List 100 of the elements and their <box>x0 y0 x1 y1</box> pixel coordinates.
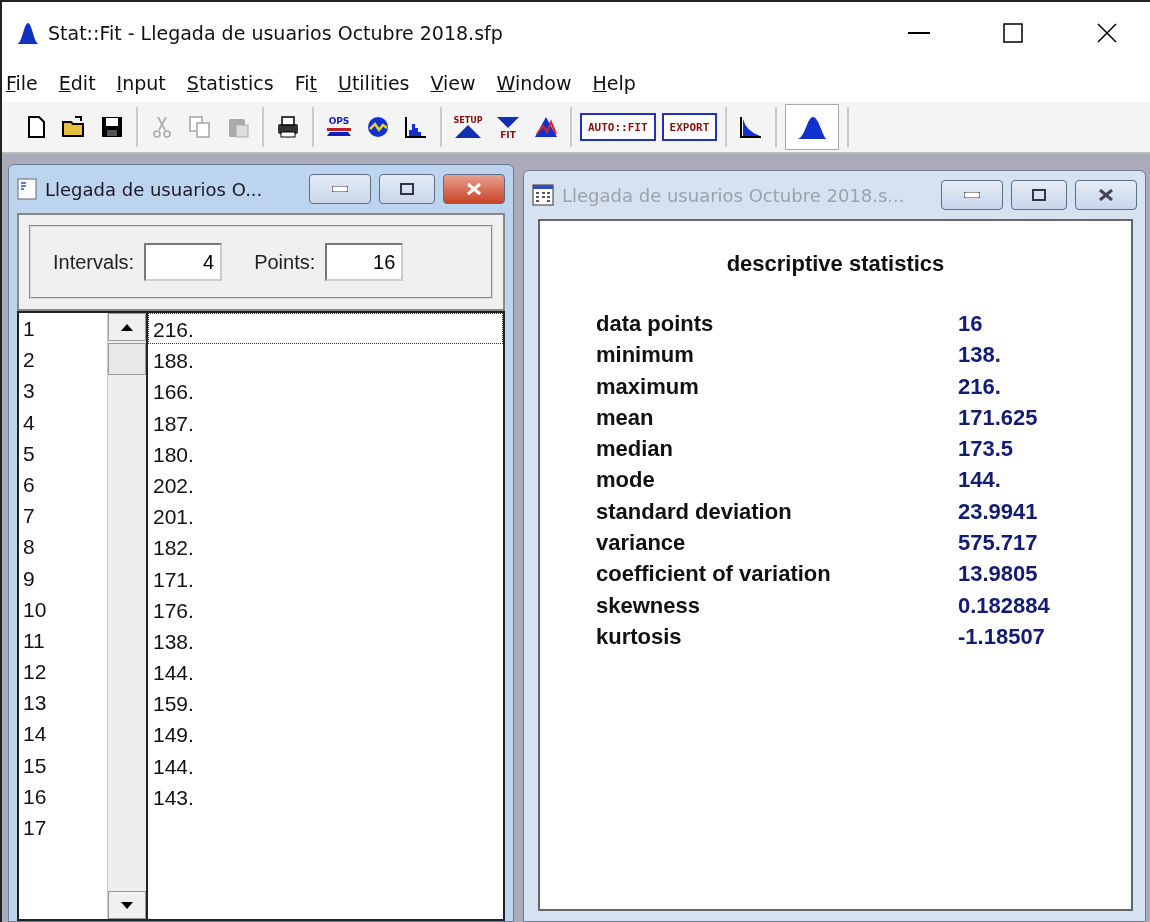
maximize-button[interactable] <box>379 174 435 204</box>
table-cell[interactable]: 143. <box>148 780 503 812</box>
statistic-label: kurtosis <box>596 623 683 651</box>
minimize-icon <box>332 186 348 192</box>
close-icon <box>1097 23 1117 43</box>
row-number: 1 <box>22 316 36 342</box>
scroll-down-button[interactable] <box>108 891 146 919</box>
statistic-label: mode <box>596 467 656 495</box>
row-number: 10 <box>22 596 48 623</box>
table-cell[interactable]: 216. <box>148 313 503 345</box>
row-number: 6 <box>22 471 36 498</box>
row-number: 9 <box>22 565 36 592</box>
toolbar-button[interactable]: AUTO::FIT <box>580 113 656 141</box>
menu-item[interactable]: Help <box>578 72 643 94</box>
scroll-up-button[interactable] <box>108 313 146 341</box>
row-number: 2 <box>22 347 36 374</box>
statistic-label: median <box>596 436 675 464</box>
table-cell[interactable]: 188. <box>148 344 503 376</box>
table-cell[interactable]: 176. <box>148 593 503 625</box>
window-title: Llegada de usuarios O... <box>45 178 264 200</box>
statistic-value: -1.18507 <box>958 623 1045 651</box>
row-number: 16 <box>22 783 48 810</box>
statistic-value: 16 <box>958 311 983 338</box>
statistic-value: 138. <box>958 342 1001 370</box>
row-number: 14 <box>22 721 48 748</box>
row-number: 17 <box>22 815 48 841</box>
table-cell[interactable]: 138. <box>148 624 503 657</box>
menu-item[interactable]: Edit <box>44 72 103 94</box>
minimize-icon <box>908 32 930 34</box>
up-arrow-icon <box>121 323 133 331</box>
menu-item[interactable]: Utilities <box>323 72 417 94</box>
statistic-label: mean <box>596 404 655 432</box>
histogram-icon <box>403 114 429 140</box>
statistic-value: 171.625 <box>958 404 1038 432</box>
row-number: 7 <box>22 503 36 530</box>
table-cell[interactable]: 180. <box>148 437 503 469</box>
window-title: Stat::Fit - Llegada de usuarios Octubre 2018.sfp <box>48 22 504 44</box>
table-icon <box>532 184 554 206</box>
statistic-value: 23.9941 <box>958 498 1038 526</box>
row-number: 4 <box>22 409 36 436</box>
table-cell[interactable]: 182. <box>148 531 503 563</box>
table-cell[interactable]: 201. <box>148 500 503 532</box>
statistic-value: 173.5 <box>958 436 1014 464</box>
row-number: 15 <box>22 752 48 779</box>
section-heading: descriptive statistics <box>725 251 946 277</box>
maximize-icon <box>1003 23 1023 43</box>
statistic-value: 575.717 <box>958 530 1038 558</box>
row-number: 12 <box>22 659 48 686</box>
table-cell[interactable]: 159. <box>148 687 503 719</box>
table-cell[interactable]: 166. <box>148 375 503 407</box>
statistic-value: 13.9805 <box>958 561 1038 589</box>
printer-icon <box>275 114 301 140</box>
row-number: 11 <box>22 627 46 654</box>
row-number: 8 <box>22 534 36 561</box>
statistic-label: maximum <box>596 373 700 401</box>
minimize-button[interactable] <box>941 180 1003 210</box>
toolbar-button[interactable] <box>785 104 840 150</box>
table-cell[interactable]: 144. <box>148 656 503 688</box>
table-cell[interactable]: 187. <box>148 406 503 438</box>
statistic-label: data points <box>596 311 715 338</box>
scrollbar-thumb[interactable] <box>108 343 146 375</box>
table-cell[interactable]: 202. <box>148 468 503 501</box>
maximize-button[interactable] <box>1011 180 1067 210</box>
row-number: 5 <box>22 440 36 467</box>
menu-item[interactable]: File <box>6 72 45 94</box>
intervals-field[interactable]: 4 <box>144 243 223 281</box>
window-title: Llegada de usuarios Octubre 2018.s... <box>562 184 906 206</box>
close-button[interactable] <box>1075 180 1137 210</box>
statistic-value: 0.182884 <box>958 592 1050 620</box>
close-icon <box>1098 189 1114 201</box>
minimize-button[interactable] <box>309 174 371 204</box>
down-arrow-icon <box>121 901 133 909</box>
menu-item[interactable]: Window <box>482 72 579 94</box>
statistic-value: 216. <box>958 373 1001 401</box>
maximize-icon <box>1032 189 1046 201</box>
maximize-icon <box>400 183 414 195</box>
menu-item[interactable]: Statistics <box>172 72 281 94</box>
statistic-label: skewness <box>596 592 701 620</box>
field-label: Intervals: <box>53 250 135 274</box>
folder-icon <box>61 114 87 140</box>
field-label: Points: <box>254 250 316 274</box>
statistic-label: minimum <box>596 342 695 370</box>
points-field[interactable]: 16 <box>325 243 404 281</box>
app-logo-icon <box>16 21 40 45</box>
menu-item[interactable]: Fit <box>280 72 324 94</box>
table-cell[interactable]: 171. <box>148 562 503 594</box>
table-cell[interactable]: 144. <box>148 749 503 781</box>
toolbar-button[interactable]: EXPORT <box>661 113 718 141</box>
document-icon <box>17 178 37 200</box>
statistic-value: 144. <box>958 467 1001 495</box>
menu-item[interactable]: View <box>416 72 483 94</box>
close-icon <box>466 183 482 195</box>
row-number: 13 <box>22 690 48 717</box>
minimize-icon <box>964 192 980 198</box>
menu-item[interactable]: Input <box>102 72 173 94</box>
statistic-label: standard deviation <box>596 498 793 526</box>
row-number: 3 <box>22 378 36 405</box>
gauge-icon <box>365 114 391 140</box>
table-cell[interactable]: 149. <box>148 718 503 750</box>
close-button[interactable] <box>443 174 505 204</box>
